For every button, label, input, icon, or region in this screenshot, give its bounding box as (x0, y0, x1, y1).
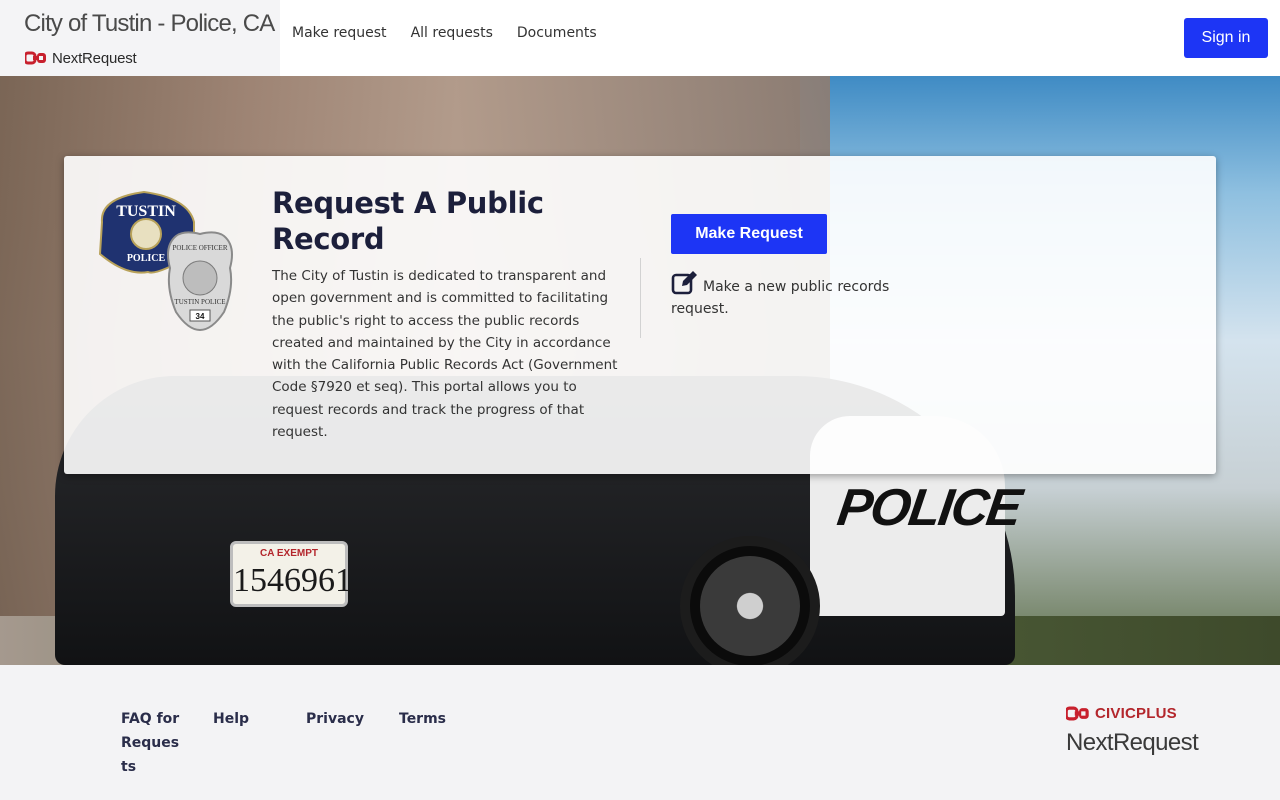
nav-all-requests[interactable]: All requests (411, 25, 493, 41)
badge-top-text: POLICE OFFICER (172, 244, 227, 252)
police-logo-icon: TUSTIN POLICE POLICE OFFICER TUSTIN POLI… (98, 190, 233, 332)
page-footer: FAQ for Requests Help Privacy Terms CIVI… (0, 665, 1280, 800)
civicplus-brand: CIVICPLUS (1066, 705, 1177, 722)
footer-product-name: NextRequest (1066, 729, 1199, 756)
top-header: City of Tustin - Police, CA NextRequest … (0, 0, 1280, 76)
footer-privacy-link[interactable]: Privacy (306, 707, 364, 731)
patch-bottom-text: POLICE (127, 253, 166, 264)
main-nav: Make request All requests Documents (292, 25, 621, 41)
make-request-note-text: Make a new public records request. (671, 279, 890, 317)
sign-in-button[interactable]: Sign in (1184, 18, 1268, 58)
patch-top-text: TUSTIN (116, 203, 176, 220)
card-divider (640, 258, 641, 338)
footer-terms-link[interactable]: Terms (399, 707, 446, 731)
badge-number: 34 (196, 312, 205, 321)
edit-icon (671, 271, 697, 295)
license-plate: CA EXEMPT 1546961 (230, 541, 352, 607)
civicplus-name: CIVICPLUS (1095, 705, 1177, 722)
intro-description: The City of Tustin is dedicated to trans… (272, 268, 618, 441)
plate-number: 1546961 (233, 562, 352, 599)
footer-help-link[interactable]: Help (213, 707, 249, 731)
civicplus-logo-icon (1066, 706, 1089, 721)
page-title: Request A Public Record (272, 186, 544, 256)
make-request-button[interactable]: Make Request (671, 214, 827, 254)
nav-documents[interactable]: Documents (517, 25, 597, 41)
plate-state-text: CA EXEMPT (260, 548, 318, 559)
civicplus-logo-icon (25, 51, 46, 65)
brand-block[interactable]: City of Tustin - Police, CA NextRequest (0, 0, 280, 76)
nextrequest-brand: NextRequest (25, 48, 137, 68)
nav-make-request[interactable]: Make request (292, 25, 387, 41)
site-title[interactable]: City of Tustin - Police, CA (24, 10, 275, 38)
make-request-note: Make a new public records request. (671, 270, 911, 320)
footer-faq-link[interactable]: FAQ for Requests (121, 707, 183, 779)
police-car-label: POLICE (833, 479, 1024, 537)
badge-bottom-text: TUSTIN POLICE (174, 298, 225, 306)
car-wheel-hub (700, 556, 800, 656)
brand-name: NextRequest (52, 49, 137, 67)
